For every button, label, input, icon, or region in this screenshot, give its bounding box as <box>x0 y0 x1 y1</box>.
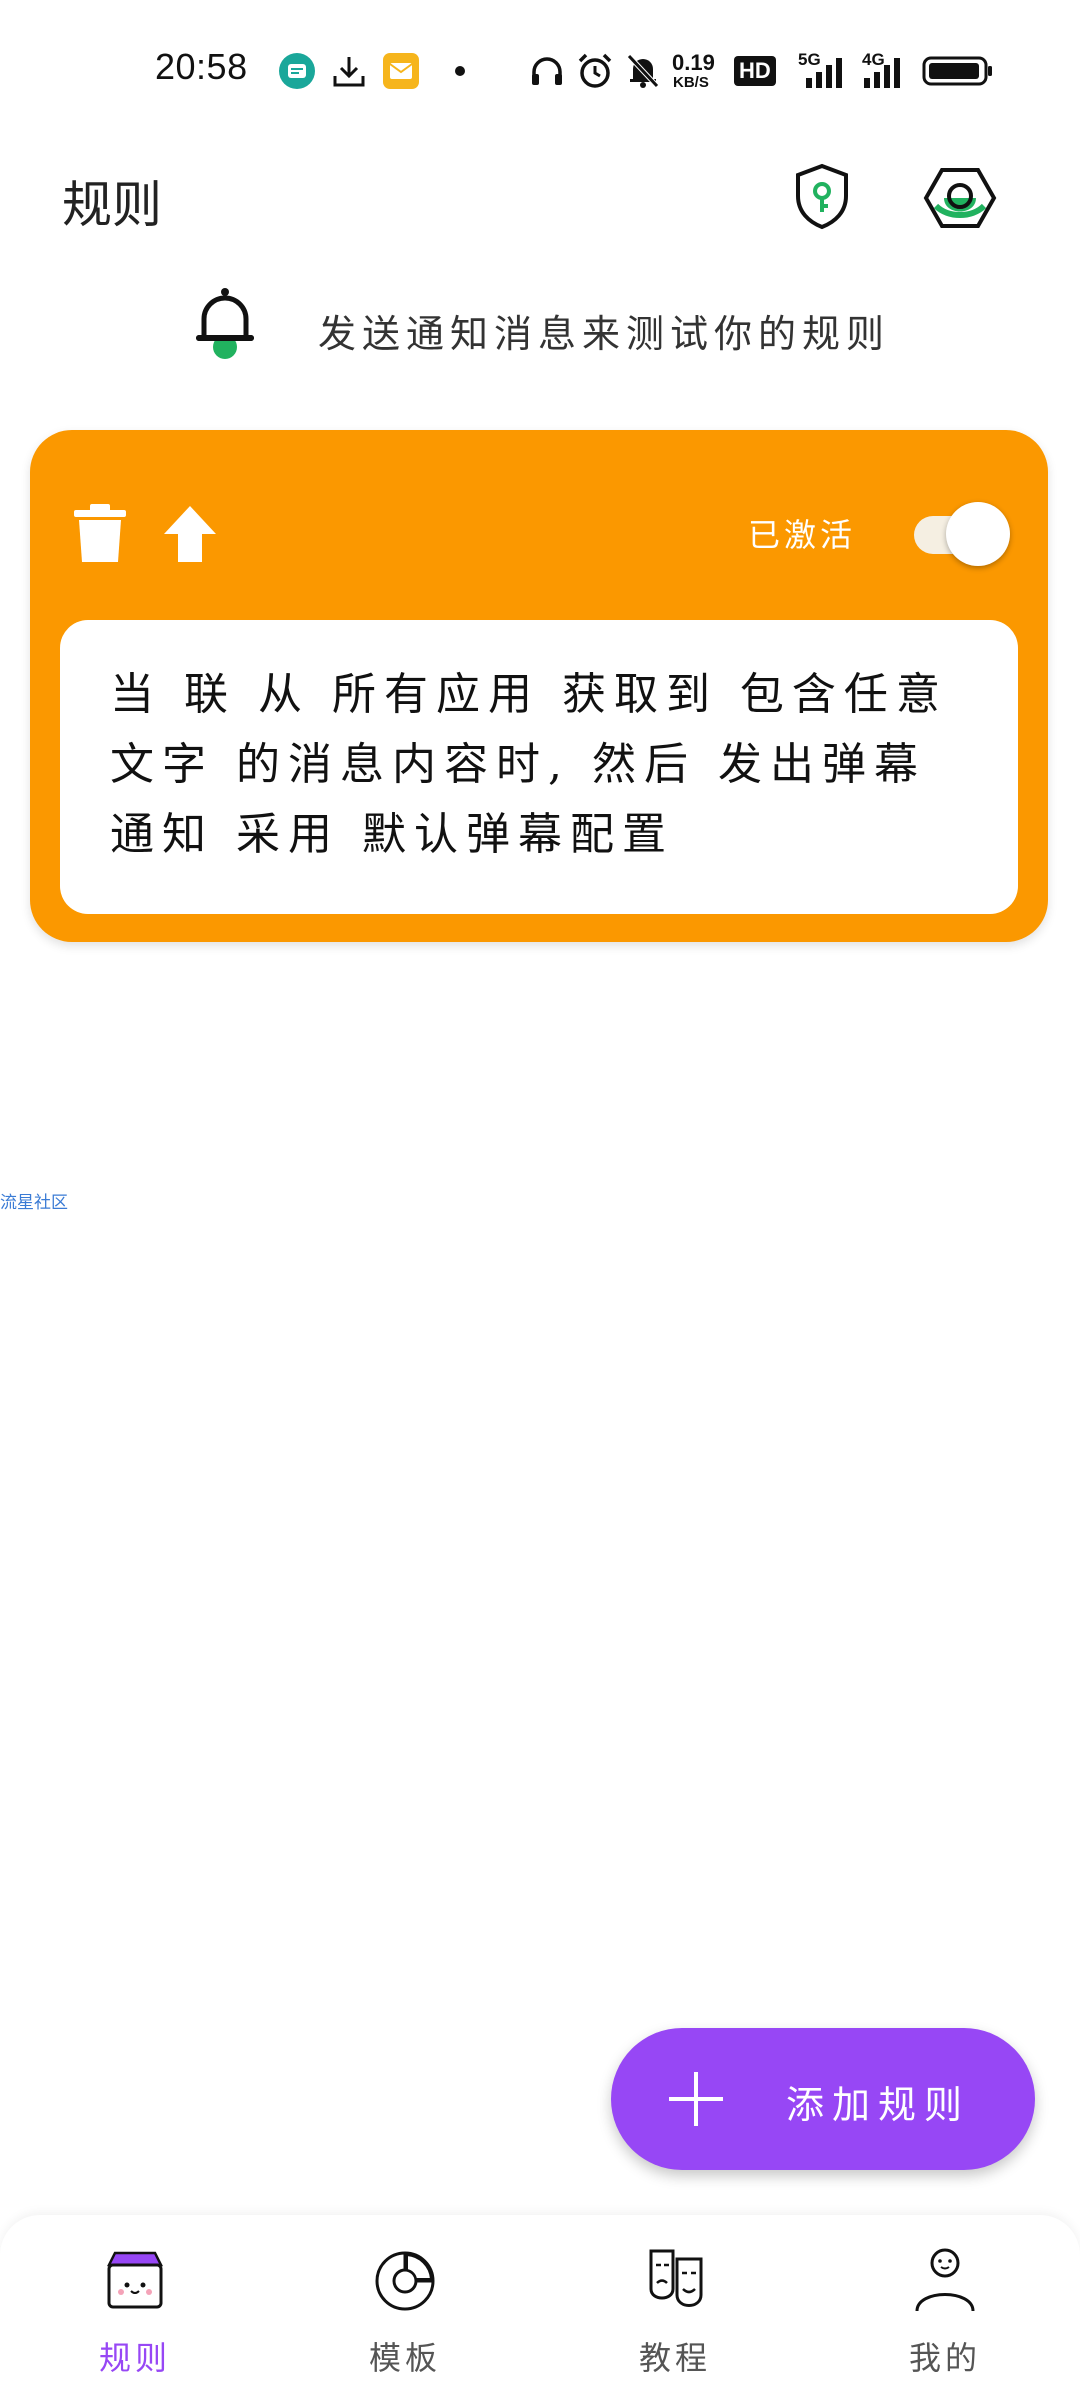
nav-item-templates[interactable]: 模板 <box>315 2245 495 2395</box>
dot-icon <box>455 66 465 76</box>
active-toggle[interactable] <box>910 500 1010 566</box>
mute-icon <box>627 54 659 88</box>
nav-item-profile[interactable]: 我的 <box>855 2245 1035 2395</box>
profile-person-icon <box>915 2248 975 2312</box>
rule-card[interactable]: 已激活 当 联 从 所有应用 获取到 包含任意 文字 的消息内容时, 然后 发出… <box>30 430 1048 942</box>
net-speed-value: 0.19 <box>672 50 715 75</box>
page-title: 规则 <box>62 176 162 234</box>
nav-label-profile: 我的 <box>908 2339 981 2377</box>
nav-item-tutorials[interactable]: 教程 <box>585 2245 765 2395</box>
headphones-icon <box>532 57 562 85</box>
test-notification-row[interactable]: 发送通知消息来测试你的规则 <box>0 285 1080 365</box>
hexagon-settings-icon[interactable] <box>922 160 998 236</box>
status-bar: 20:58 0.19 KB/S HD 5G 4G <box>0 0 1080 140</box>
download-icon <box>333 57 365 87</box>
bell-icon <box>196 288 254 359</box>
shield-key-icon[interactable] <box>786 160 858 232</box>
hd-badge: HD <box>734 56 776 86</box>
rule-card-body[interactable]: 当 联 从 所有应用 获取到 包含任意 文字 的消息内容时, 然后 发出弹幕 通… <box>60 620 1018 914</box>
rule-description-line: 当 联 从 所有应用 获取到 包含任意 <box>110 669 948 720</box>
add-rule-label: 添加规则 <box>786 2083 971 2127</box>
nav-label-rules: 规则 <box>98 2339 171 2377</box>
plus-icon <box>669 2072 723 2126</box>
alarm-icon <box>578 53 612 88</box>
rule-description-line: 文字 的消息内容时, 然后 发出弹幕 <box>110 739 926 790</box>
watermark-text: 流星社区 <box>0 1193 68 1213</box>
app-notification-icon <box>279 53 315 89</box>
test-notification-label: 发送通知消息来测试你的规则 <box>318 312 891 356</box>
template-chart-icon <box>375 2251 435 2311</box>
battery-icon <box>922 56 992 86</box>
delete-icon[interactable] <box>72 504 128 564</box>
move-up-icon[interactable] <box>162 504 218 564</box>
nav-label-tutorials: 教程 <box>638 2339 711 2377</box>
add-rule-button[interactable]: 添加规则 <box>611 2028 1035 2170</box>
tutorial-masks-icon <box>649 2249 703 2307</box>
nav-item-rules[interactable]: 规则 <box>45 2245 225 2395</box>
toggle-knob <box>946 502 1010 566</box>
rule-description-line: 通知 采用 默认弹幕配置 <box>110 809 674 860</box>
nav-label-templates: 模板 <box>368 2339 441 2377</box>
rules-box-icon <box>106 2251 164 2309</box>
rule-description: 当 联 从 所有应用 获取到 包含任意 文字 的消息内容时, 然后 发出弹幕 通… <box>110 660 990 870</box>
bottom-nav: 规则 模板 教程 我的 <box>0 2215 1080 2400</box>
status-time: 20:58 <box>155 46 248 87</box>
signal-icon-2 <box>864 58 900 88</box>
mail-icon <box>383 53 419 89</box>
net-speed-unit: KB/S <box>673 74 709 91</box>
signal-icon <box>806 58 842 88</box>
active-status-label: 已激活 <box>748 516 857 554</box>
